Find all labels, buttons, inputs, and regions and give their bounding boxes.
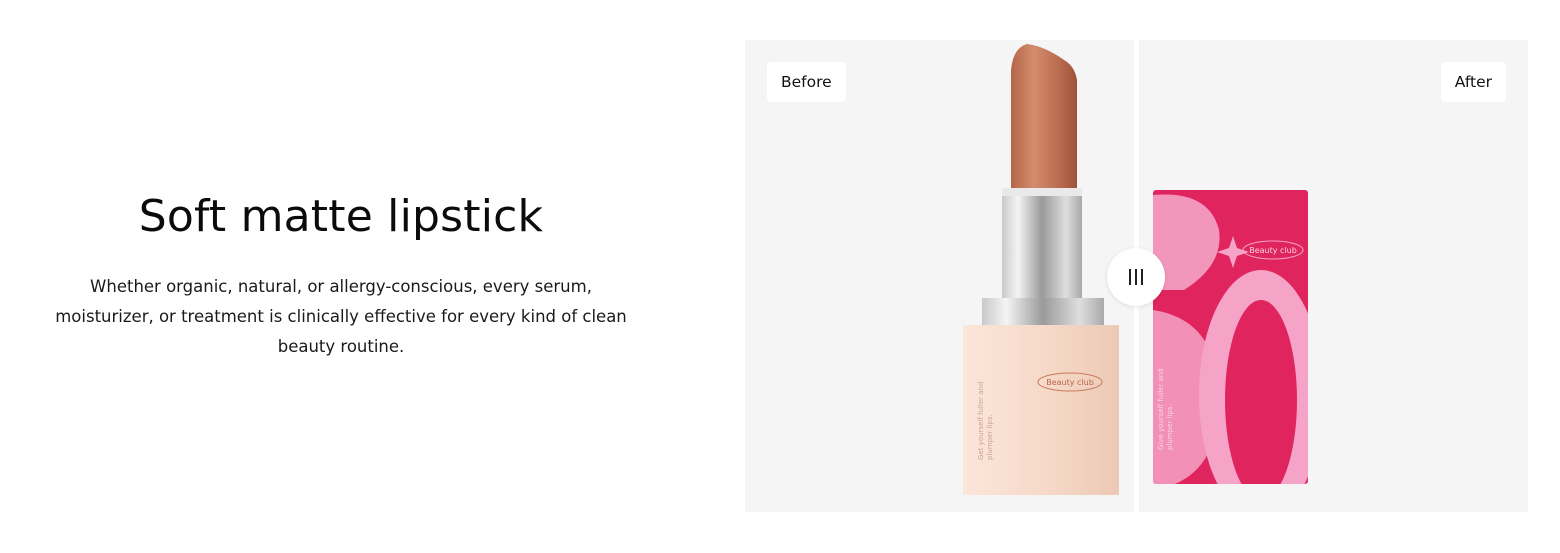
svg-text:Get yourself fuller and: Get yourself fuller and	[977, 382, 985, 460]
after-label: After	[1440, 62, 1506, 102]
before-label: Before	[767, 62, 846, 102]
section-description: Whether organic, natural, or allergy-con…	[55, 277, 627, 356]
svg-text:plumper lips.: plumper lips.	[1166, 404, 1174, 450]
svg-text:plumper lips.: plumper lips.	[986, 414, 994, 460]
before-product-image: Beauty club Get yourself fuller and plum…	[963, 44, 1119, 495]
before-panel: Beauty club Get yourself fuller and plum…	[745, 40, 1134, 512]
comparison-slider-handle[interactable]	[1107, 248, 1165, 306]
before-brand-text: Beauty club	[1046, 378, 1094, 387]
before-after-comparison[interactable]: Beauty club Get yourself fuller and plum…	[745, 40, 1528, 512]
after-product-image: Beauty club Give yourself fuller and plu…	[1153, 190, 1308, 484]
section-title: Soft matte lipstick	[138, 191, 544, 242]
after-brand-text: Beauty club	[1249, 246, 1297, 255]
drag-handle-bars-icon	[1129, 269, 1143, 285]
svg-text:Give yourself fuller and: Give yourself fuller and	[1157, 368, 1165, 450]
text-column: Soft matte lipstick Whether organic, nat…	[30, 0, 652, 553]
after-panel: Beauty club Give yourself fuller and plu…	[1139, 40, 1528, 512]
